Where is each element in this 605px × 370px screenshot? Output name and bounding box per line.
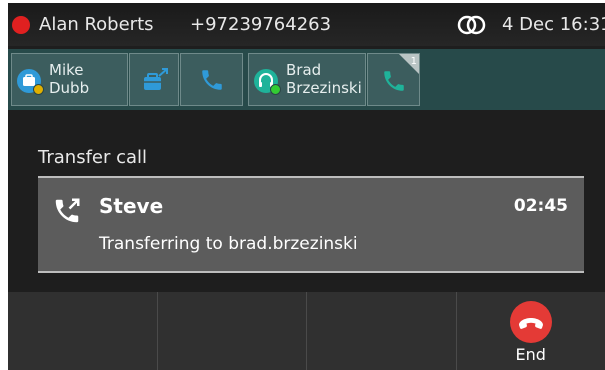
presence-away-indicator: [33, 84, 44, 95]
headset-icon: [254, 69, 281, 95]
linked-rings-icon: [456, 15, 492, 40]
call-duration: 02:45: [513, 196, 568, 216]
softkey-bar: End: [8, 292, 605, 370]
active-call-card[interactable]: Steve 02:45 Transferring to brad.brzezin…: [38, 176, 584, 273]
softkey-3[interactable]: [307, 292, 457, 370]
speed-dial-mike-dubb[interactable]: Mike Dubb: [11, 53, 128, 106]
speed-dial-last-name: Brzezinski: [286, 79, 362, 97]
speed-dial-first-name: Brad: [286, 61, 322, 79]
speed-dial-line-1[interactable]: 1: [367, 53, 420, 106]
speed-dial-phone[interactable]: [180, 53, 243, 106]
contact-card-icon: [17, 69, 44, 95]
speed-dial-brad-brzezinski[interactable]: Brad Brzezinski: [248, 53, 366, 106]
caller-name: Steve: [99, 194, 164, 218]
speed-dial-last-name: Dubb: [49, 79, 90, 97]
outgoing-call-icon: [52, 196, 82, 230]
page-title: Transfer call: [38, 147, 148, 168]
count-number: 1: [410, 56, 417, 67]
speed-dial-bar: Mike Dubb Brad Brzezinski 1: [8, 49, 605, 110]
hang-up-icon: [509, 301, 552, 343]
line-status-icon: [12, 16, 30, 34]
status-bar: Alan Roberts +97239764263 4 Dec 16:31: [8, 3, 605, 46]
end-call-button[interactable]: End: [457, 292, 605, 370]
speed-dial-first-name: Mike: [49, 61, 84, 79]
main-area: Transfer call Steve 02:45 Transferring t…: [8, 113, 605, 291]
speed-dial-transfer[interactable]: [129, 53, 179, 106]
phone-icon: [199, 67, 225, 97]
softkey-1[interactable]: [8, 292, 158, 370]
presence-available-indicator: [270, 84, 281, 95]
transfer-briefcase-icon: [142, 68, 170, 96]
end-button-label: End: [515, 345, 546, 364]
date-time: 4 Dec 16:31: [502, 14, 605, 35]
call-status: Transferring to brad.brzezinski: [99, 234, 358, 254]
softkey-2[interactable]: [158, 292, 307, 370]
phone-number: +97239764263: [190, 14, 332, 35]
contact-name: Alan Roberts: [39, 14, 154, 35]
phone-screen: Alan Roberts +97239764263 4 Dec 16:31 Mi…: [8, 3, 605, 370]
